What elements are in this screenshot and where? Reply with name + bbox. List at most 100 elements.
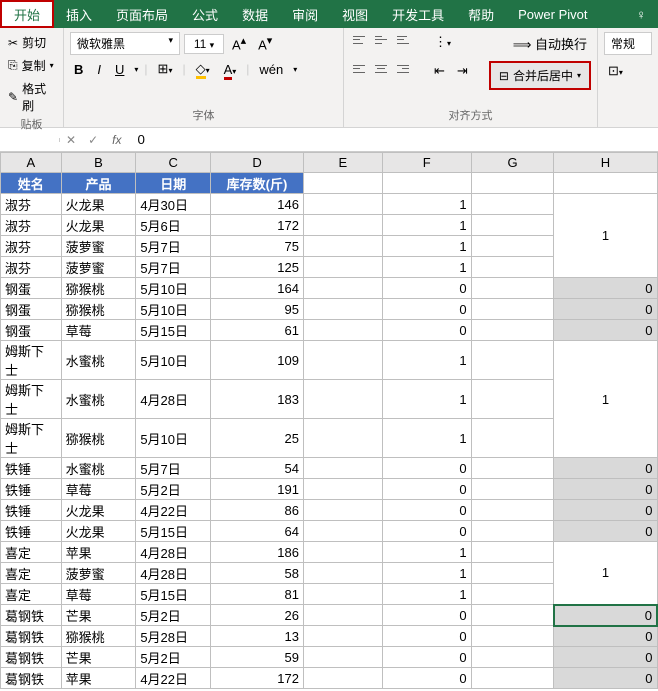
underline-button[interactable]: U xyxy=(111,60,128,79)
cell[interactable] xyxy=(471,542,554,563)
fill-color-button[interactable]: ◇▾ xyxy=(192,59,214,79)
tab-formulas[interactable]: 公式 xyxy=(180,0,230,28)
cell[interactable]: 58 xyxy=(211,563,304,584)
cell[interactable]: 186 xyxy=(211,542,304,563)
decrease-indent-button[interactable]: ⇤ xyxy=(430,61,449,90)
cell[interactable] xyxy=(471,626,554,647)
cell[interactable] xyxy=(471,419,554,458)
cell[interactable]: 125 xyxy=(211,257,304,278)
cell[interactable]: 25 xyxy=(211,419,304,458)
cell[interactable]: 109 xyxy=(211,341,304,380)
cell[interactable]: 164 xyxy=(211,278,304,299)
cell[interactable] xyxy=(303,173,382,194)
col-head-D[interactable]: D xyxy=(211,153,304,173)
header-date[interactable]: 日期 xyxy=(136,173,211,194)
cell[interactable]: 5月15日 xyxy=(136,521,211,542)
cell[interactable]: 猕猴桃 xyxy=(61,626,136,647)
cell[interactable] xyxy=(471,668,554,689)
spreadsheet-grid[interactable]: A B C D E F G H 姓名 产品 日期 库存数(斤) 淑芬火龙果4月3… xyxy=(0,152,658,689)
cell[interactable]: 95 xyxy=(211,299,304,320)
cell[interactable]: 铁锤 xyxy=(1,479,62,500)
cell[interactable]: 姆斯下士 xyxy=(1,419,62,458)
cell[interactable] xyxy=(471,194,554,215)
cell[interactable]: 61 xyxy=(211,320,304,341)
number-format-select[interactable]: 常规 xyxy=(604,32,652,55)
col-head-B[interactable]: B xyxy=(61,153,136,173)
header-name[interactable]: 姓名 xyxy=(1,173,62,194)
cell[interactable]: 5月10日 xyxy=(136,278,211,299)
cell[interactable]: 钢蛋 xyxy=(1,320,62,341)
cell[interactable] xyxy=(471,341,554,380)
tab-help[interactable]: 帮助 xyxy=(456,0,506,28)
cell[interactable] xyxy=(303,380,382,419)
cell[interactable]: 0 xyxy=(382,500,471,521)
cell[interactable]: 火龙果 xyxy=(61,500,136,521)
tab-layout[interactable]: 页面布局 xyxy=(104,0,180,28)
cell[interactable]: 菠萝蜜 xyxy=(61,236,136,257)
fx-icon[interactable]: fx xyxy=(104,133,129,147)
cell[interactable]: 铁锤 xyxy=(1,521,62,542)
orientation-button[interactable]: ⋮▾ xyxy=(430,32,455,55)
cell[interactable]: 0 xyxy=(554,605,657,626)
cell[interactable]: 0 xyxy=(382,605,471,626)
cell[interactable] xyxy=(382,173,471,194)
cell[interactable]: 苹果 xyxy=(61,668,136,689)
cell[interactable]: 1 xyxy=(382,584,471,605)
cell[interactable]: 5月6日 xyxy=(136,215,211,236)
col-head-G[interactable]: G xyxy=(471,153,554,173)
cell[interactable] xyxy=(303,479,382,500)
cell[interactable]: 芒果 xyxy=(61,605,136,626)
cell[interactable]: 淑芬 xyxy=(1,236,62,257)
cell[interactable]: 姆斯下士 xyxy=(1,380,62,419)
cell[interactable] xyxy=(303,236,382,257)
cell[interactable]: 0 xyxy=(382,521,471,542)
cell[interactable]: 1 xyxy=(382,542,471,563)
col-head-C[interactable]: C xyxy=(136,153,211,173)
cell[interactable] xyxy=(471,521,554,542)
cell[interactable]: 0 xyxy=(382,479,471,500)
cell[interactable]: 姆斯下士 xyxy=(1,341,62,380)
cell[interactable]: 172 xyxy=(211,215,304,236)
cell[interactable]: 葛钢铁 xyxy=(1,668,62,689)
formula-input[interactable] xyxy=(129,130,658,149)
name-box[interactable] xyxy=(0,138,60,142)
cell-merged[interactable]: 1 xyxy=(554,542,657,605)
cell[interactable] xyxy=(303,215,382,236)
cell[interactable]: 5月7日 xyxy=(136,458,211,479)
align-right-button[interactable] xyxy=(394,61,412,77)
cell[interactable]: 草莓 xyxy=(61,584,136,605)
cell[interactable]: 0 xyxy=(554,299,657,320)
bold-button[interactable]: B xyxy=(70,60,87,79)
cell[interactable]: 5月7日 xyxy=(136,236,211,257)
cell[interactable]: 86 xyxy=(211,500,304,521)
cell[interactable]: 喜定 xyxy=(1,584,62,605)
cell[interactable]: 0 xyxy=(554,668,657,689)
border-button[interactable]: ⊞▾ xyxy=(154,59,177,79)
cell[interactable]: 5月10日 xyxy=(136,419,211,458)
cell[interactable]: 淑芬 xyxy=(1,215,62,236)
cut-button[interactable]: ✂剪切 xyxy=(6,32,57,53)
tab-view[interactable]: 视图 xyxy=(330,0,380,28)
cell[interactable] xyxy=(471,320,554,341)
cell[interactable]: 草莓 xyxy=(61,479,136,500)
cell[interactable]: 5月2日 xyxy=(136,479,211,500)
cell[interactable]: 铁锤 xyxy=(1,458,62,479)
tab-home[interactable]: 开始 xyxy=(0,0,54,28)
cell[interactable]: 菠萝蜜 xyxy=(61,563,136,584)
cell[interactable]: 芒果 xyxy=(61,647,136,668)
cell[interactable] xyxy=(303,584,382,605)
cell[interactable] xyxy=(471,278,554,299)
cell[interactable]: 13 xyxy=(211,626,304,647)
col-head-E[interactable]: E xyxy=(303,153,382,173)
cell-merged[interactable]: 1 xyxy=(554,194,657,278)
align-middle-button[interactable] xyxy=(372,32,390,48)
cell[interactable]: 0 xyxy=(554,521,657,542)
cell[interactable]: 钢蛋 xyxy=(1,278,62,299)
cell[interactable]: 5月2日 xyxy=(136,605,211,626)
cell[interactable]: 葛钢铁 xyxy=(1,605,62,626)
increase-indent-button[interactable]: ⇥ xyxy=(453,61,472,90)
col-head-A[interactable]: A xyxy=(1,153,62,173)
align-left-button[interactable] xyxy=(350,61,368,77)
cell[interactable]: 苹果 xyxy=(61,542,136,563)
cell[interactable] xyxy=(471,458,554,479)
